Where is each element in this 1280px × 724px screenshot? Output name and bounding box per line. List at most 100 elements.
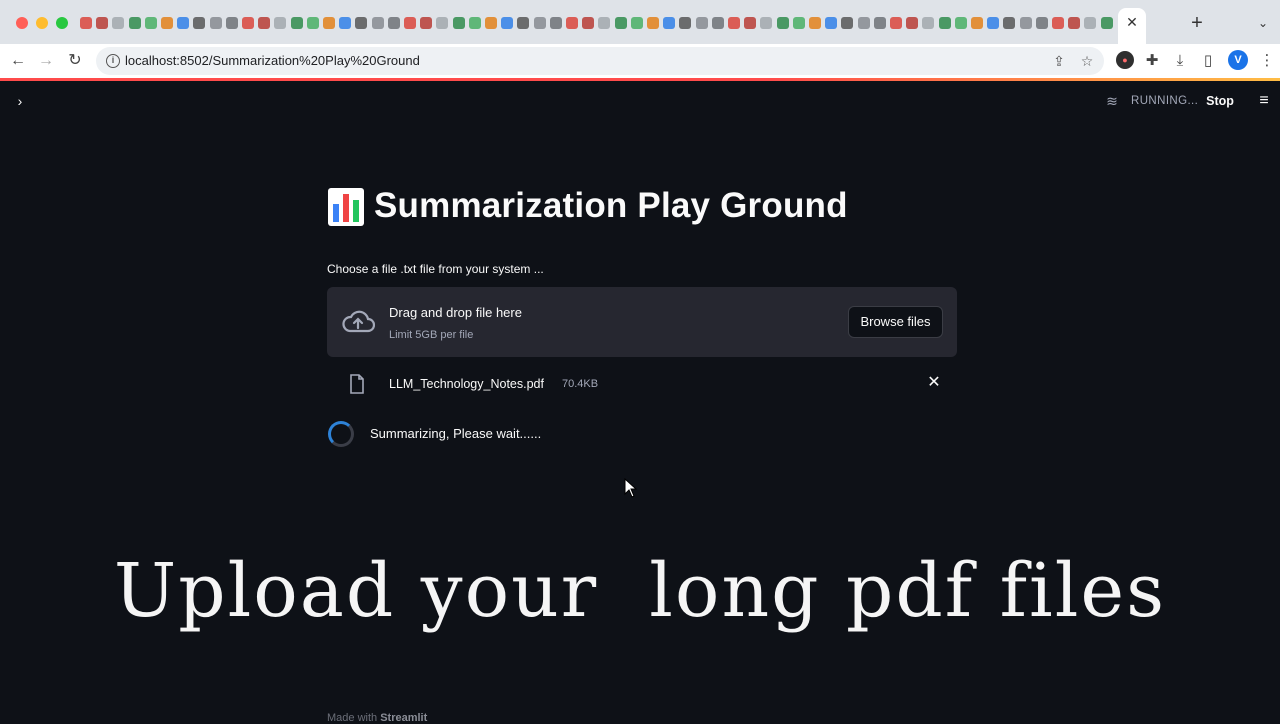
pinned-tab-favicon-icon[interactable]: [922, 17, 935, 29]
pinned-tab-favicon-icon[interactable]: [517, 17, 530, 29]
pinned-tab-favicon-icon[interactable]: [663, 17, 676, 29]
pinned-tab-favicon-icon[interactable]: [647, 17, 659, 29]
dropzone-limit: Limit 5GB per file: [389, 329, 474, 341]
pinned-tab-favicon-icon[interactable]: [825, 17, 838, 29]
pinned-tab-favicon-icon[interactable]: [744, 17, 757, 29]
side-panel-icon[interactable]: ▯: [1197, 50, 1219, 72]
download-icon[interactable]: ⤓: [1169, 50, 1191, 72]
pinned-tab-favicon-icon[interactable]: [209, 17, 222, 29]
stop-button[interactable]: Stop: [1200, 92, 1240, 110]
pinned-tab-favicon-icon[interactable]: [809, 17, 821, 29]
page-title: Summarization Play Ground: [374, 186, 848, 225]
pinned-tab-favicon-icon[interactable]: [971, 17, 983, 29]
pinned-tab-favicon-icon[interactable]: [452, 17, 465, 29]
file-dropzone[interactable]: Drag and drop file here Limit 5GB per fi…: [327, 287, 957, 357]
pinned-tab-favicon-icon[interactable]: [387, 17, 400, 29]
pinned-tab-favicon-icon[interactable]: [954, 17, 967, 29]
reload-icon[interactable]: ↻: [63, 49, 87, 73]
close-tab-icon[interactable]: ✕: [1125, 15, 1139, 29]
pinned-tab-favicon-icon[interactable]: [1003, 17, 1016, 29]
pinned-tab-favicon-icon[interactable]: [225, 17, 238, 29]
pinned-tab-favicon-icon[interactable]: [695, 17, 708, 29]
pinned-tab-favicon-icon[interactable]: [711, 17, 724, 29]
pinned-tab-favicon-icon[interactable]: [549, 17, 562, 29]
address-bar[interactable]: i localhost:8502/Summarization%20Play%20…: [96, 47, 1104, 75]
extension-icon[interactable]: ●: [1116, 51, 1134, 69]
pinned-tab-favicon-icon[interactable]: [177, 17, 190, 29]
pinned-tab-favicon-icon[interactable]: [306, 17, 319, 29]
cloud-upload-icon: [342, 310, 375, 333]
uploaded-file-size: 70.4KB: [562, 378, 599, 390]
browse-files-button[interactable]: Browse files: [848, 306, 943, 338]
pinned-tab-favicon-icon[interactable]: [582, 17, 595, 29]
pinned-tab-favicon-icon[interactable]: [274, 17, 287, 29]
pinned-tab-favicon-icon[interactable]: [420, 17, 433, 29]
pinned-tab-favicon-icon[interactable]: [614, 17, 627, 29]
pinned-tab-favicon-icon[interactable]: [776, 17, 789, 29]
pinned-tab-favicon-icon[interactable]: [290, 17, 303, 29]
uploaded-file-name: LLM_Technology_Notes.pdf: [389, 377, 544, 391]
remove-file-icon[interactable]: ✕: [925, 374, 943, 392]
back-icon[interactable]: ←: [6, 49, 30, 73]
main-menu-icon[interactable]: ≡: [1255, 92, 1273, 110]
pinned-tab-favicon-icon[interactable]: [468, 17, 481, 29]
pinned-tab-favicon-icon[interactable]: [679, 17, 692, 29]
sidebar-expand-icon[interactable]: ›: [12, 92, 28, 110]
maximize-window-button[interactable]: [56, 17, 68, 29]
pinned-tab-favicon-icon[interactable]: [533, 17, 546, 29]
pinned-tab-favicon-icon[interactable]: [436, 17, 449, 29]
pinned-tab-favicon-icon[interactable]: [193, 17, 206, 29]
pinned-tab-favicon-icon[interactable]: [323, 17, 335, 29]
browser-chrome: ✕ + ⌄ ← → ↻ i localhost:8502/Summarizati…: [0, 0, 1280, 81]
pinned-tab-favicon-icon[interactable]: [80, 17, 92, 29]
pinned-tab-favicon-icon[interactable]: [144, 17, 157, 29]
pinned-tab-favicon-icon[interactable]: [161, 17, 173, 29]
pinned-tab-favicon-icon[interactable]: [1100, 17, 1113, 29]
pinned-tab-favicon-icon[interactable]: [873, 17, 886, 29]
pinned-tab-favicon-icon[interactable]: [1019, 17, 1032, 29]
tab-bar: ✕ + ⌄: [0, 0, 1280, 44]
forward-icon[interactable]: →: [34, 49, 58, 73]
profile-avatar[interactable]: V: [1228, 50, 1248, 70]
pinned-tab-favicon-icon[interactable]: [404, 17, 416, 29]
pinned-tab-favicon-icon[interactable]: [760, 17, 773, 29]
pinned-tab-favicon-icon[interactable]: [1068, 17, 1081, 29]
pinned-tab-favicon-icon[interactable]: [938, 17, 951, 29]
pinned-tab-favicon-icon[interactable]: [501, 17, 514, 29]
new-tab-button[interactable]: +: [1188, 13, 1206, 33]
pinned-tab-favicon-icon[interactable]: [728, 17, 740, 29]
pinned-tab-favicon-icon[interactable]: [112, 17, 125, 29]
pinned-tab-favicon-icon[interactable]: [1084, 17, 1097, 29]
pinned-tabs-strip[interactable]: [80, 14, 1180, 34]
pinned-tab-favicon-icon[interactable]: [987, 17, 1000, 29]
pinned-tab-favicon-icon[interactable]: [1052, 17, 1064, 29]
pinned-tab-favicon-icon[interactable]: [630, 17, 643, 29]
pinned-tab-favicon-icon[interactable]: [890, 17, 902, 29]
pinned-tab-favicon-icon[interactable]: [857, 17, 870, 29]
browser-menu-icon[interactable]: ⋮: [1256, 50, 1278, 72]
minimize-window-button[interactable]: [36, 17, 48, 29]
bookmark-star-icon[interactable]: ☆: [1078, 52, 1096, 70]
footer: Made with Streamlit: [327, 712, 427, 724]
close-window-button[interactable]: [16, 17, 28, 29]
url-text[interactable]: localhost:8502/Summarization%20Play%20Gr…: [125, 53, 420, 68]
pinned-tab-favicon-icon[interactable]: [371, 17, 384, 29]
pinned-tab-favicon-icon[interactable]: [339, 17, 352, 29]
pinned-tab-favicon-icon[interactable]: [566, 17, 578, 29]
pinned-tab-favicon-icon[interactable]: [906, 17, 919, 29]
pinned-tab-favicon-icon[interactable]: [242, 17, 254, 29]
share-icon[interactable]: ⇪: [1050, 52, 1068, 70]
site-info-icon[interactable]: i: [106, 54, 120, 68]
tab-search-icon[interactable]: ⌄: [1256, 16, 1270, 30]
pinned-tab-favicon-icon[interactable]: [485, 17, 497, 29]
pinned-tab-favicon-icon[interactable]: [1035, 17, 1048, 29]
footer-brand-link[interactable]: Streamlit: [380, 712, 427, 724]
extensions-puzzle-icon[interactable]: ✚: [1141, 50, 1163, 72]
pinned-tab-favicon-icon[interactable]: [792, 17, 805, 29]
pinned-tab-favicon-icon[interactable]: [96, 17, 109, 29]
pinned-tab-favicon-icon[interactable]: [355, 17, 368, 29]
pinned-tab-favicon-icon[interactable]: [258, 17, 271, 29]
pinned-tab-favicon-icon[interactable]: [841, 17, 854, 29]
pinned-tab-favicon-icon[interactable]: [598, 17, 611, 29]
pinned-tab-favicon-icon[interactable]: [128, 17, 141, 29]
